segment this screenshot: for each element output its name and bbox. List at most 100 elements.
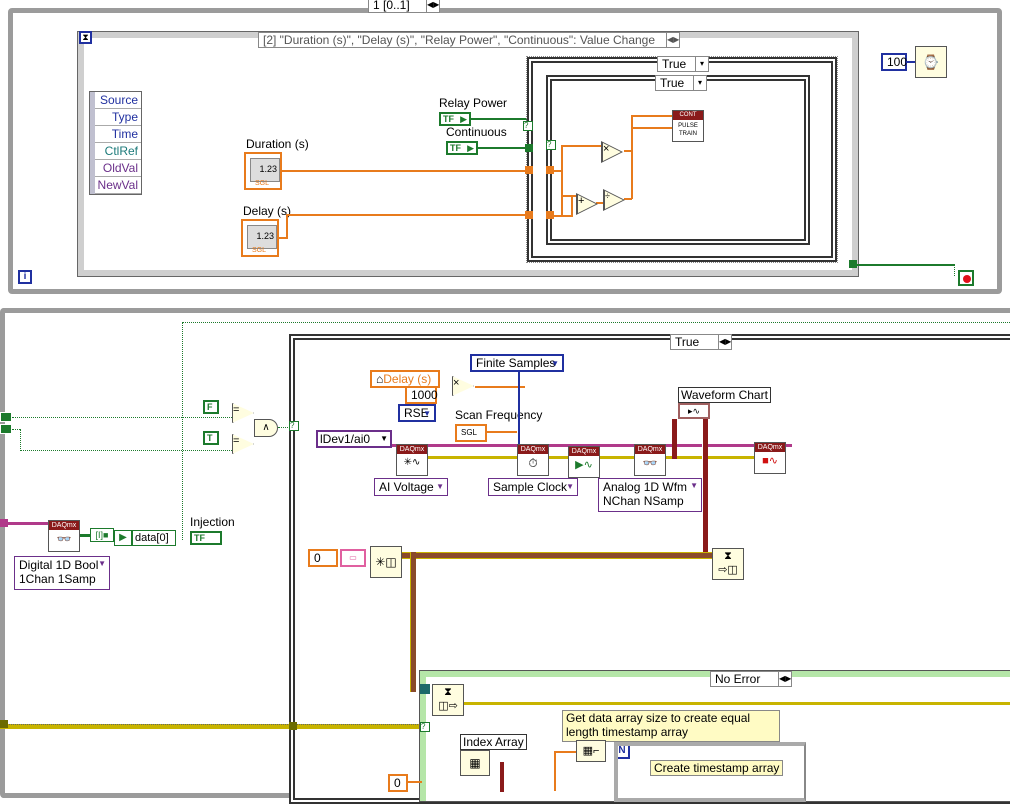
waveform-chart-terminal[interactable]: ▸∿ [678,403,710,419]
array-convert-icon: [I]■ [90,528,114,542]
inner-wire-b [561,145,601,147]
no-error-arrows-icon[interactable]: ◀▶ [778,672,791,686]
event-data-item[interactable]: Source [95,92,141,109]
loop-stop-icon[interactable] [958,270,974,286]
pink-wire-bottom [500,762,504,792]
event-tunnel [849,260,857,268]
case-structure-inner [546,75,810,245]
tunnel-continuous [525,144,533,152]
event-data-item[interactable]: CtlRef [95,143,141,160]
injection-indicator[interactable]: TF [190,531,222,545]
delay-wire-v [286,214,288,239]
wait-ms-constant[interactable]: 100 [881,53,907,71]
channel-icon: ✳∿ [403,457,421,468]
event-structure-timeout-icon[interactable]: ⧗ [79,31,92,44]
digital-read-mode-selector[interactable]: Digital 1D Bool 1Chan 1Samp [14,556,110,590]
daqmx-read-digital-vi[interactable]: DAQmx 👓 [48,520,80,552]
event-data-item[interactable]: NewVal [95,177,141,194]
bool-wire-2 [12,429,20,431]
duration-label: Duration (s) [246,137,309,151]
orange-wire-bottom [408,781,422,783]
inner-wire-v1 [561,145,563,217]
scan-frequency-control[interactable]: SGL [455,424,487,442]
analog-read-mode-selector[interactable]: Analog 1D Wfm NChan NSamp [598,478,702,512]
event-case-arrows-icon[interactable]: ◀▶ [666,33,679,47]
pulse-train-vi[interactable]: CONT PULSE TRAIN [672,110,704,142]
finite-samples-selector[interactable]: Finite Samples [470,354,564,372]
index-element-node[interactable]: ▶ [114,530,132,546]
daqmx-timing-vi[interactable]: DAQmx ⏱ [517,444,549,476]
selector-arrows-icon[interactable]: ◀▶ [426,0,439,12]
true-constant[interactable]: T [203,431,219,445]
delay-control[interactable]: 1.23 SGL [241,219,279,257]
inner-case-selector[interactable]: True ▾ [655,75,707,91]
error-tunnel-left [0,720,8,728]
enqueue-icon[interactable]: ⧗ ⇨◫ [712,548,744,580]
queue-wire-v [410,552,416,692]
continuous-wire [478,147,530,149]
obtain-queue-icon[interactable]: ✳◫ [370,546,402,578]
queue-size-constant[interactable]: 0 [308,549,338,567]
event-data-item[interactable]: OldVal [95,160,141,177]
lower-case-selector[interactable]: True ◀▶ [670,334,732,350]
wait-clock-icon[interactable]: ⌚ [915,46,947,78]
daqmx-start-vi[interactable]: DAQmx ▶∿ [568,446,600,478]
samples-wire-v [518,372,520,446]
duration-control[interactable]: 1.23 SGL [244,152,282,190]
event-data-item[interactable]: Time [95,126,141,143]
queue-wire-h [402,552,712,559]
stop-wire-v [954,264,956,276]
outer-case-selector[interactable]: True ▾ [657,56,709,72]
zero-constant-bottom[interactable]: 0 [388,774,408,792]
task-tunnel-left [0,519,8,527]
stop-square-icon: ■∿ [762,455,778,467]
daqmx-read-analog-vi[interactable]: DAQmx 👓 [634,444,666,476]
daqmx-create-channel-vi[interactable]: DAQmx ✳∿ [396,444,428,476]
add-symbol: + [578,195,585,207]
relay-power-terminal[interactable]: TF ▶ [439,112,471,126]
const-1000[interactable]: 1000 [405,386,438,404]
outer-case-arrows-icon[interactable]: ▾ [695,57,708,71]
error-tunnel-case [289,722,297,730]
sequence-frame-selector[interactable]: 1 [0..1] ◀▶ [368,0,440,13]
data0-label: data[0] [132,530,176,546]
array-size-icon[interactable]: ▦⌐ [576,740,606,762]
waveform-wire-v2 [672,419,677,459]
array-size-comment: Get data array size to create equal leng… [562,710,780,742]
info-icon[interactable]: i [18,270,32,284]
index-array-icon[interactable]: ▦ [460,750,490,776]
dequeue-icon[interactable]: ⧗ ◫⇨ [432,684,464,716]
element-type-constant[interactable]: ▭ [340,549,366,567]
tunnel-inner-duration [546,166,554,174]
boolean-tunnel-1 [0,412,12,422]
bool-wire-2v [20,429,22,451]
queue-tunnel [420,684,430,694]
rse-selector[interactable]: RSE [398,404,436,422]
inner-wire-i [631,127,673,129]
sample-clock-selector[interactable]: Sample Clock [488,478,578,496]
inner-wire-d [561,195,577,197]
index-array-label: Index Array [460,734,527,750]
inner-case-arrows-icon[interactable]: ▾ [693,76,706,90]
event-data-item[interactable]: Type [95,109,141,126]
continuous-terminal[interactable]: TF ▶ [446,141,478,155]
duration-display: 1.23 [250,158,280,182]
injection-label: Injection [190,515,235,529]
multiply-symbol: × [603,143,610,155]
no-error-case-selector[interactable]: No Error ◀▶ [710,671,792,687]
injection-wire-h [182,322,1010,324]
injection-wire-v [182,322,184,540]
ai-voltage-selector[interactable]: AI Voltage [374,478,448,496]
divide-symbol: ÷ [605,191,610,201]
daqmx-stop-vi[interactable]: DAQmx ■∿ [754,442,786,474]
case-selector-terminal-inner: ? [546,140,556,150]
false-constant[interactable]: F [203,400,219,414]
relay-power-label: Relay Power [439,96,508,110]
lower-case-arrows-icon[interactable]: ◀▶ [718,335,731,349]
and-icon[interactable]: ∧ [254,419,278,437]
event-case-selector[interactable]: [2] "Duration (s)", "Delay (s)", "Relay … [258,32,680,48]
delay-wire-h2 [286,214,530,216]
error-wire-inner [464,702,1010,705]
channel-constant[interactable]: ƖDev1/ai0 ▼ [316,430,392,448]
rate-wire [487,431,517,433]
